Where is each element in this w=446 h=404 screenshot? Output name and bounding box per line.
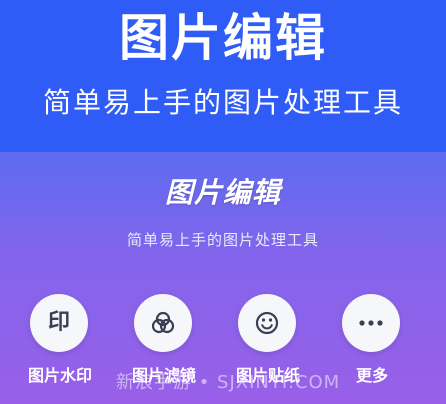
sticker-icon [238,294,296,352]
banner-title: 图片编辑 [119,9,327,67]
feature-label: 图片滤镜 [131,366,196,385]
feature-label: 图片水印 [27,366,92,385]
more-icon [342,294,400,352]
promo-banner: 图片编辑 简单易上手的图片处理工具 [0,0,446,152]
feature-buttons: 印 图片水印 图片滤镜 图片贴纸 更多 [0,294,446,404]
app-subtitle: 简单易上手的图片处理工具 [126,231,319,249]
stamp-icon: 印 [30,294,88,352]
filter-feature-button[interactable]: 图片滤镜 [114,294,214,394]
feature-label: 更多 [355,366,388,385]
filter-icon [134,294,192,352]
feature-label: 图片贴纸 [235,366,300,385]
app-title: 图片编辑 [164,176,281,209]
stamp-icon-glyph: 印 [47,310,70,335]
more-feature-button[interactable]: 更多 [322,294,422,394]
watermark-feature-button[interactable]: 印 图片水印 [10,294,110,394]
sticker-feature-button[interactable]: 图片贴纸 [218,294,318,394]
banner-subtitle: 简单易上手的图片处理工具 [42,86,403,119]
